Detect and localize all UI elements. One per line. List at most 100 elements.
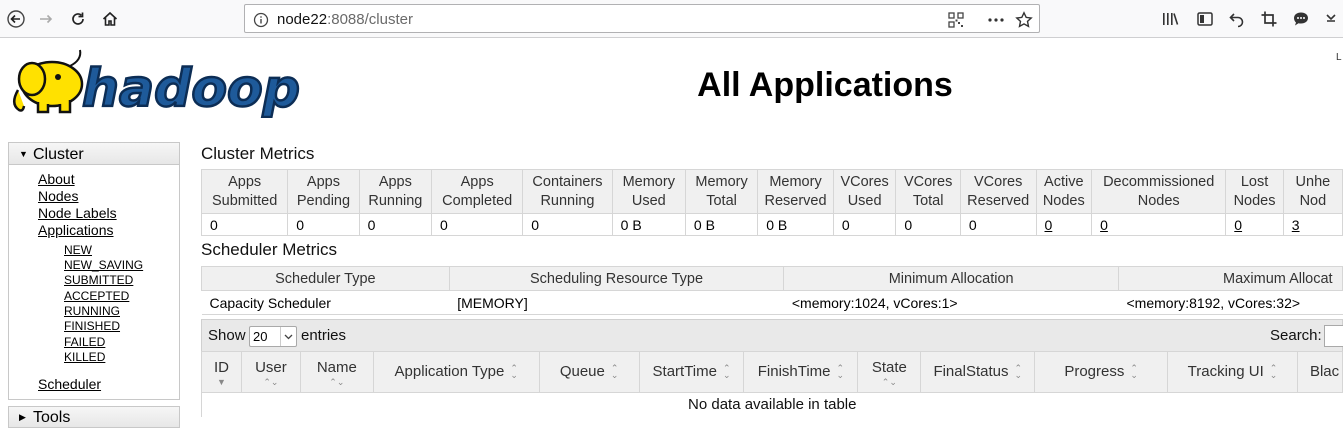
entries-label: entries [301,327,347,344]
library-icon[interactable] [1160,8,1182,30]
metric-header: Unhe Nod [1282,169,1343,214]
column-header-queue[interactable]: Queue ⌃ ⌄ [538,351,640,393]
info-icon[interactable] [252,11,270,29]
reload-button[interactable] [64,5,92,33]
metric-header: Memory Total [684,169,759,214]
back-button[interactable] [2,5,30,33]
entries-per-page-select[interactable]: 20 [249,326,297,347]
sidebar-state-submitted[interactable]: SUBMITTED [64,273,133,287]
sidebar-link-nodes[interactable]: Nodes [38,188,78,204]
browser-toolbar: node22:8088/cluster [0,0,1343,38]
scheduler-metrics-header-row: Scheduler Type Scheduling Resource Type … [201,266,1343,291]
metric-header: Memory Used [611,169,686,214]
active-nodes-link[interactable]: 0 [1045,217,1053,233]
empty-table-message: No data available in table [201,392,1343,417]
sidebar-link-node-labels[interactable]: Node Labels [38,205,117,221]
scheduler-metrics-table: Scheduler Type Scheduling Resource Type … [201,266,1343,315]
unhealthy-nodes-link[interactable]: 3 [1292,217,1300,233]
sidebar-state-new[interactable]: NEW [64,243,92,257]
decommissioned-nodes-cell: 0 [1091,213,1227,236]
cluster-metrics-value-row: 0 0 0 0 0 0 B 0 B 0 B 0 0 0 0 0 0 3 [200,213,1343,236]
bookmark-star-icon[interactable] [1015,11,1033,29]
column-header-progress[interactable]: Progress ⌃ ⌄ [1034,351,1169,393]
metric-header: Lost Nodes [1225,169,1284,214]
sidebar-state-running[interactable]: RUNNING [64,304,120,318]
metric-value: 0 [431,213,524,236]
sidebar-state-accepted[interactable]: ACCEPTED [64,289,129,303]
metric-header: Active Nodes [1035,169,1093,214]
overflow-menu-icon[interactable] [1320,8,1342,30]
metric-header: Apps Running [358,169,433,214]
scheduler-header: Scheduling Resource Type [448,266,785,291]
column-header-finish-time[interactable]: FinishTime ⌃ ⌄ [743,351,859,393]
chat-bubble-icon[interactable] [1290,8,1312,30]
column-header-application-type[interactable]: Application Type ⌃ ⌄ [372,351,540,393]
sidebar-tools-header[interactable]: ▶ Tools [8,406,180,428]
sidebar-link-scheduler[interactable]: Scheduler [38,376,101,392]
more-actions-icon[interactable] [987,11,1005,29]
url-bar[interactable]: node22:8088/cluster [244,4,1040,33]
cluster-metrics-title: Cluster Metrics [201,144,315,163]
reload-icon [72,12,84,25]
sort-icon: ⌃⌄ [1014,363,1023,380]
sort-desc-icon: ▼ [217,376,226,387]
sidebar-state-finished[interactable]: FINISHED [64,319,120,333]
metric-value: 0 [959,213,1037,236]
sort-icon: ⌃⌄ [881,376,897,387]
minimum-allocation-value: <memory:1024, vCores:1> [783,290,1119,315]
sidebar-toggle-icon[interactable] [1194,8,1216,30]
metric-header: Apps Submitted [200,169,289,214]
sidebar-state-failed[interactable]: FAILED [64,335,105,349]
crop-screenshot-icon[interactable] [1258,8,1280,30]
column-header-id[interactable]: ID ▼ [201,351,242,393]
search-input[interactable] [1324,325,1343,347]
empty-row: No data available in table [201,392,1343,417]
qr-code-icon[interactable] [947,11,965,29]
sidebar-state-new-saving[interactable]: NEW_SAVING [64,258,143,272]
metric-header: Apps Completed [431,169,524,214]
sidebar-link-applications[interactable]: Applications [38,222,114,238]
chevron-down-icon [280,327,296,346]
active-nodes-cell: 0 [1035,213,1093,236]
clipped-text: L [1336,52,1342,63]
sort-icon: ⌃⌄ [263,376,279,387]
column-header-state[interactable]: State ⌃⌄ [857,351,922,393]
sort-icon: ⌃⌄ [1130,363,1138,380]
url-text[interactable]: node22:8088/cluster [277,11,413,28]
sidebar-tools-label: Tools [33,409,71,426]
sort-icon: ⌃⌄ [610,363,619,380]
metric-header: Apps Pending [287,169,360,214]
column-header-blacklisted[interactable]: Blac [1296,351,1343,393]
apps-table-toolbar: Show 20 entries Search: [201,319,1343,351]
sidebar-state-killed[interactable]: KILLED [64,350,105,364]
sidebar-cluster-header[interactable]: ▼ Cluster [9,143,179,165]
forward-button[interactable] [32,5,60,33]
hadoop-logo[interactable]: hadoop [10,46,310,120]
sidebar-link-about[interactable]: About [38,171,75,187]
scheduler-header: Minimum Allocation [783,266,1119,291]
sort-icon: ⌃⌄ [329,376,345,387]
column-header-tracking-ui[interactable]: Tracking UI ⌃ ⌄ [1167,351,1298,393]
column-header-final-status[interactable]: FinalStatus ⌃ ⌄ [920,351,1036,393]
lost-nodes-cell: 0 [1225,213,1284,236]
sort-icon: ⌃⌄ [836,363,845,380]
forward-arrow-icon [40,14,53,24]
metric-header: VCores Reserved [959,169,1037,214]
metric-value: 0 B [684,213,759,236]
logo-wordmark: hadoop [82,59,300,118]
collapsed-triangle-icon: ▶ [19,412,26,422]
search-label: Search: [1270,327,1322,344]
decommissioned-nodes-link[interactable]: 0 [1100,217,1108,233]
column-header-start-time[interactable]: StartTime ⌃ ⌄ [638,351,745,393]
lost-nodes-link[interactable]: 0 [1234,217,1242,233]
sidebar-cluster-section: ▼ Cluster About Nodes Node Labels Applica… [8,142,180,400]
url-host: node22 [277,11,328,28]
undo-icon[interactable] [1226,8,1248,30]
home-icon [102,11,118,26]
column-header-name[interactable]: Name ⌃⌄ [299,351,374,393]
column-header-user[interactable]: User ⌃⌄ [240,351,301,393]
metric-value: 0 B [611,213,686,236]
home-button[interactable] [96,5,124,33]
sort-icon: ⌃⌄ [722,363,731,380]
sidebar-cluster-label: Cluster [33,146,84,163]
